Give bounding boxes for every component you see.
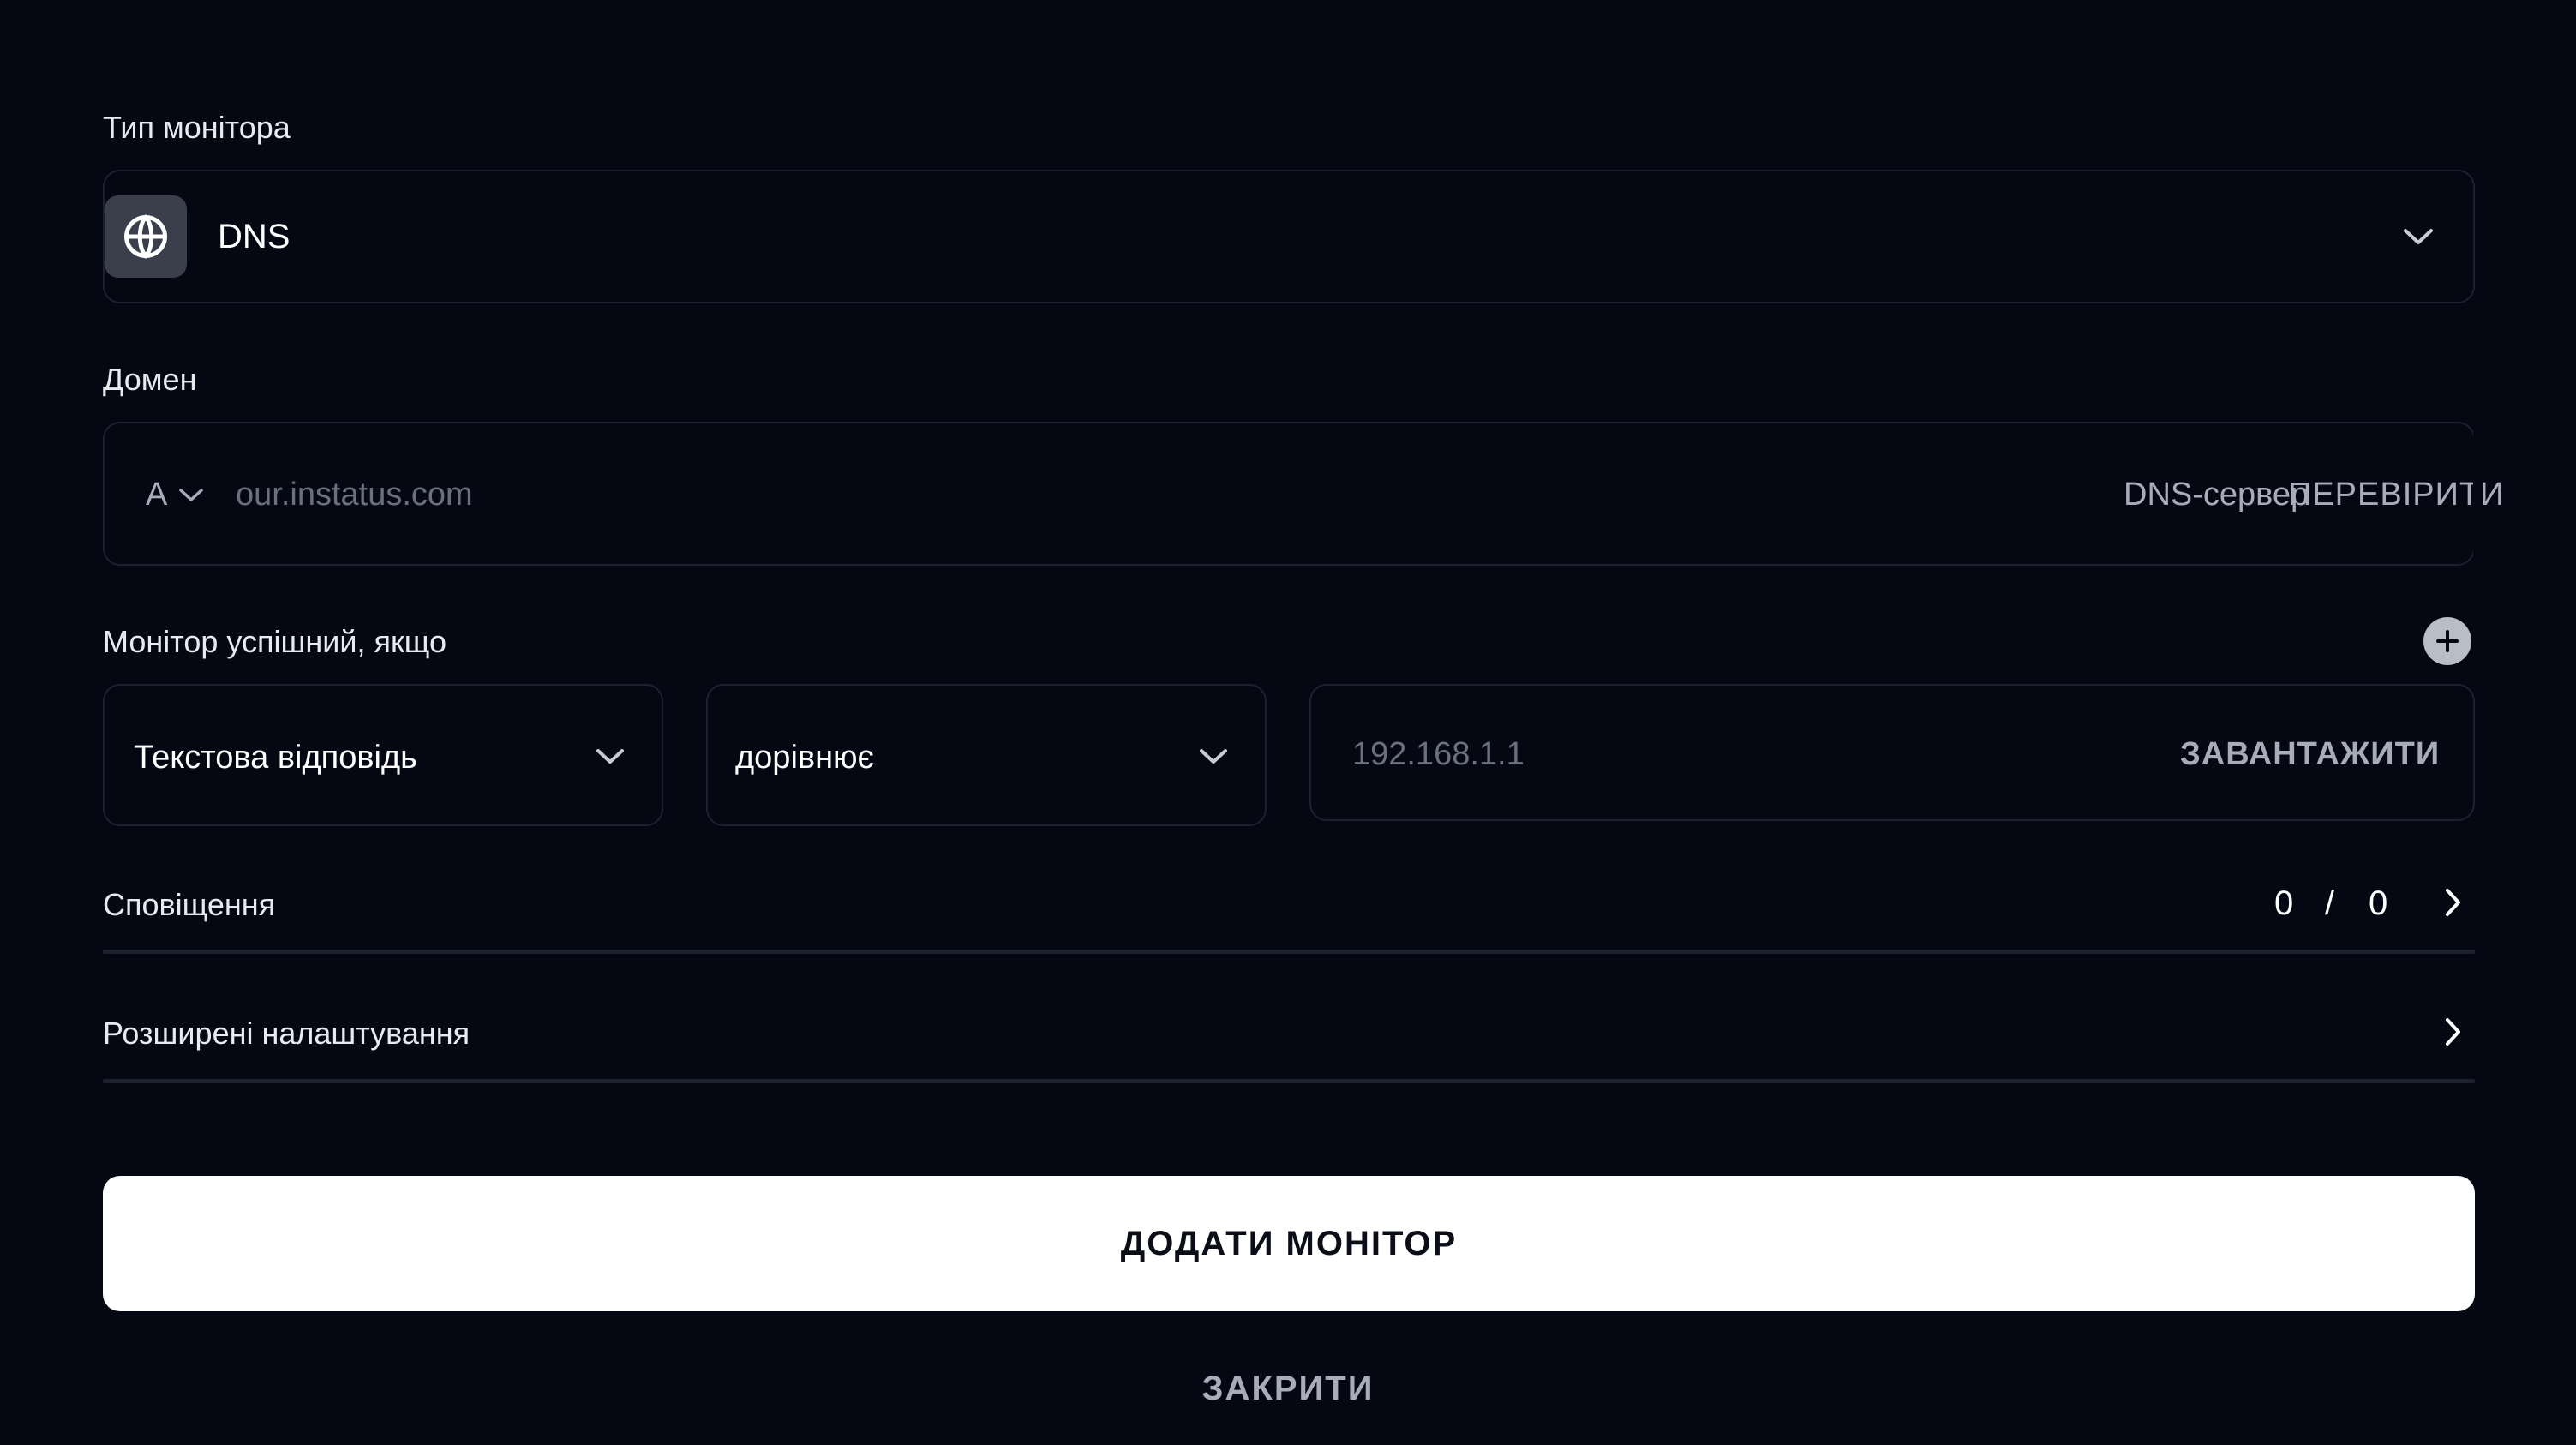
add-condition-button[interactable] <box>2423 617 2471 665</box>
add-monitor-button[interactable]: ДОДАТИ МОНІТОР <box>103 1176 2475 1311</box>
chevron-right-icon[interactable] <box>2437 1015 2468 1049</box>
verify-button[interactable]: ПЕРЕВІРИТИ <box>2288 477 2504 512</box>
domain-input[interactable]: our.instatus.com <box>236 477 473 512</box>
condition-operator-value: дорівнює <box>735 740 874 776</box>
notifications-divider <box>103 950 2475 954</box>
conditions-label: Монітор успішний, якщо <box>103 624 446 659</box>
chevron-down-icon[interactable] <box>2401 219 2435 254</box>
notifications-selected-count: 0 <box>2274 884 2294 922</box>
record-type-chevron-icon[interactable] <box>177 482 206 507</box>
condition-field-value: Текстова відповідь <box>134 740 417 776</box>
notifications-total-count: 0 <box>2369 884 2388 922</box>
domain-label: Домен <box>103 362 197 397</box>
monitor-type-label: Тип монітора <box>103 110 291 145</box>
condition-value-input[interactable]: 192.168.1.1 <box>1352 737 1525 771</box>
chevron-down-icon[interactable] <box>1196 740 1231 771</box>
notifications-label[interactable]: Сповіщення <box>103 890 275 920</box>
monitor-type-select[interactable] <box>103 170 2475 303</box>
record-type-value[interactable]: A <box>146 477 167 512</box>
monitor-type-icon-box <box>105 195 187 278</box>
domain-box-edge <box>2473 423 2480 564</box>
notifications-separator: / <box>2325 884 2335 922</box>
chevron-right-icon[interactable] <box>2437 885 2468 920</box>
advanced-divider <box>103 1079 2475 1083</box>
advanced-settings-label[interactable]: Розширені налаштування <box>103 1018 470 1049</box>
monitor-type-value: DNS <box>218 218 291 255</box>
close-button[interactable]: ЗАКРИТИ <box>1117 1368 1459 1409</box>
load-button[interactable]: ЗАВАНТАЖИТИ <box>2180 737 2440 771</box>
globe-icon <box>124 213 167 260</box>
dns-server-button[interactable]: DNS-сервер <box>2124 477 2309 512</box>
plus-icon <box>2436 630 2459 652</box>
chevron-down-icon[interactable] <box>593 740 627 771</box>
